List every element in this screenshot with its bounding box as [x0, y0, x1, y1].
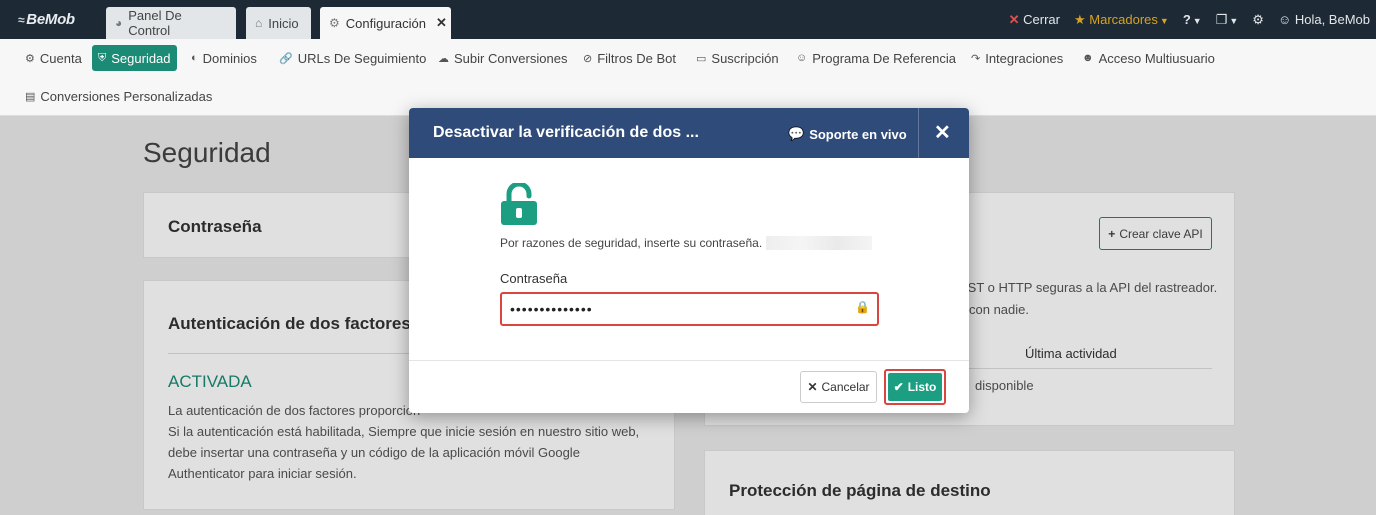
- subnav-item-conversiones-personalizadas[interactable]: ▤ Conversiones Personalizadas: [19, 83, 218, 109]
- dashboard-icon: ◕: [115, 16, 123, 30]
- tab-label: Configuración: [345, 15, 426, 31]
- help-menu[interactable]: ? ▼: [1183, 12, 1202, 27]
- footer-divider: [409, 360, 969, 361]
- subnav-item-programa-referencia[interactable]: ☺ Programa De Referencia: [790, 45, 962, 71]
- done-button[interactable]: ✔ Listo: [884, 369, 946, 405]
- settings-subnav: ⚙ Cuenta ⛨ Seguridad ◐ Dominios 🔗 URLs De Se…: [0, 39, 1376, 116]
- greeting-label: Hola, BeMob: [1294, 12, 1370, 27]
- header-divider: [918, 108, 919, 158]
- subnav-item-filtros-de-bot[interactable]: ⊘ Filtros De Bot: [577, 45, 682, 71]
- home-icon: ⌂: [255, 16, 263, 30]
- subnav-label: Integraciones: [985, 50, 1064, 66]
- link-icon: 🔗: [279, 52, 293, 65]
- subnav-item-cuenta[interactable]: ⚙ Cuenta: [19, 45, 88, 71]
- chat-icon: 💬: [788, 126, 805, 141]
- live-support-label: Soporte en vivo: [809, 126, 907, 142]
- cancel-label: Cancelar: [821, 380, 870, 394]
- reason-label: Por razones de seguridad, inserte su con…: [500, 236, 763, 250]
- close-icon[interactable]: ✕: [934, 120, 951, 145]
- subnav-label: URLs De Seguimiento: [297, 50, 427, 66]
- chevron-down-icon: ▼: [1229, 15, 1239, 26]
- bookmarks-menu[interactable]: ★ Marcadores ▼: [1074, 12, 1169, 28]
- gear-icon: ⚙: [25, 52, 35, 65]
- chevron-down-icon: ▼: [1192, 16, 1202, 26]
- gear-icon: ⚙: [1252, 11, 1264, 27]
- star-icon: ★: [1073, 11, 1086, 27]
- logo-wave-icon: ≈: [18, 13, 25, 27]
- subnav-label: Seguridad: [111, 50, 171, 66]
- subnav-label: Cuenta: [39, 50, 82, 66]
- subnav-label: Suscripción: [711, 50, 779, 66]
- tab-label: Inicio: [268, 15, 299, 31]
- check-icon: ✔: [893, 380, 904, 394]
- subnav-label: Filtros De Bot: [597, 50, 676, 66]
- unlock-icon: [500, 181, 538, 228]
- copy-icon: ❐: [1215, 11, 1228, 27]
- user-menu[interactable]: ☺ Hola, BeMob: [1278, 12, 1370, 27]
- cloud-upload-icon: ☁: [438, 52, 449, 65]
- tab-panel-de-control[interactable]: ◕ Panel De Control: [106, 7, 236, 39]
- done-label: Listo: [907, 380, 937, 394]
- file-icon: ▤: [25, 90, 36, 103]
- security-reason-text: Por razones de seguridad, inserte su con…: [500, 236, 873, 250]
- close-tab-icon[interactable]: ✕: [436, 15, 447, 31]
- subnav-item-subir-conversiones[interactable]: ☁ Subir Conversiones: [432, 45, 573, 71]
- question-icon: ?: [1182, 12, 1191, 27]
- live-support-link[interactable]: 💬 Soporte en vivo: [788, 126, 907, 142]
- tab-inicio[interactable]: ⌂ Inicio: [246, 7, 311, 39]
- modal-header: Desactivar la verificación de dos ... 💬 …: [409, 108, 969, 158]
- top-right-actions: ✕ Cerrar ★ Marcadores ▼ ? ▼ ❐ ▼ ⚙ ☺ Hola, B…: [1009, 0, 1370, 39]
- subnav-label: Programa De Referencia: [812, 50, 957, 66]
- cancel-button[interactable]: ✕ Cancelar: [800, 371, 877, 403]
- close-icon: ✕: [1008, 11, 1020, 27]
- credit-card-icon: ▭: [696, 52, 707, 65]
- done-button-inner: ✔ Listo: [888, 373, 942, 401]
- ban-icon: ⊘: [583, 52, 593, 65]
- globe-icon: ◐: [191, 52, 198, 64]
- password-field[interactable]: •••••••••••••• 🔒: [500, 292, 879, 326]
- close-label: Cerrar: [1023, 11, 1060, 27]
- subnav-item-seguridad[interactable]: ⛨ Seguridad: [92, 45, 177, 71]
- disable-2fa-modal: Desactivar la verificación de dos ... 💬 …: [409, 108, 969, 413]
- tab-label: Panel De Control: [128, 8, 182, 38]
- shield-icon: ⛨: [98, 51, 107, 64]
- subnav-label: Conversiones Personalizadas: [40, 88, 213, 104]
- tab-configuracion[interactable]: ⚙ Configuración ✕: [320, 7, 451, 39]
- subnav-item-dominios[interactable]: ◐ Dominios: [185, 45, 263, 71]
- redacted-email: [766, 236, 873, 250]
- gear-icon: ⚙: [329, 16, 340, 30]
- plug-icon: ↷: [971, 52, 981, 65]
- subnav-item-suscripcion[interactable]: ▭ Suscripción: [690, 45, 785, 71]
- chevron-down-icon: ▼: [1159, 15, 1169, 26]
- bemob-logo[interactable]: ≈ BeMob: [18, 11, 75, 28]
- logo-text: BeMob: [26, 11, 75, 28]
- subnav-item-urls[interactable]: 🔗 URLs De Seguimiento: [273, 45, 432, 71]
- subnav-item-integraciones[interactable]: ↷ Integraciones: [965, 45, 1069, 71]
- password-label: Contraseña: [500, 271, 568, 286]
- subnav-label: Acceso Multiusuario: [1098, 50, 1215, 66]
- subnav-label: Dominios: [202, 50, 257, 66]
- close-button[interactable]: ✕ Cerrar: [1009, 12, 1060, 28]
- copy-menu[interactable]: ❐ ▼: [1216, 12, 1239, 28]
- close-icon: ✕: [807, 380, 818, 394]
- settings-button[interactable]: ⚙: [1252, 12, 1264, 28]
- user-group-icon: ☻: [1082, 52, 1094, 64]
- modal-title: Desactivar la verificación de dos ...: [433, 124, 699, 141]
- user-icon: ☺: [1277, 12, 1292, 27]
- users-icon: ☺: [796, 52, 808, 64]
- lock-icon: 🔒: [855, 300, 870, 314]
- bookmarks-label: Marcadores: [1089, 11, 1158, 27]
- top-bar: ≈ BeMob ◕ Panel De Control ⌂ Inicio ⚙ Con…: [0, 0, 1376, 39]
- password-value: ••••••••••••••: [510, 301, 593, 317]
- subnav-label: Subir Conversiones: [454, 50, 568, 66]
- subnav-item-acceso-multiusuario[interactable]: ☻ Acceso Multiusuario: [1076, 45, 1221, 71]
